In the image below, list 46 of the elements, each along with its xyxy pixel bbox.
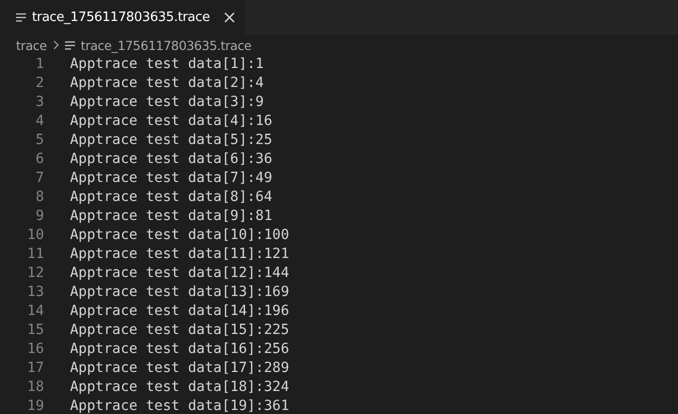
code-line: Apptrace test data[10]:100	[70, 226, 290, 245]
line-number: 13	[26, 283, 44, 302]
code-line: Apptrace test data[5]:25	[70, 131, 272, 150]
line-number: 5	[34, 131, 44, 150]
code-line: Apptrace test data[1]:1	[70, 55, 264, 74]
line-number: 17	[26, 359, 44, 378]
code-line: Apptrace test data[19]:361	[70, 397, 290, 414]
breadcrumb-item[interactable]: trace	[16, 38, 47, 52]
lines-icon	[64, 40, 75, 50]
chevron-icon	[52, 40, 59, 50]
code-line: Apptrace test data[6]:36	[70, 150, 272, 169]
code-line: Apptrace test data[16]:256	[70, 340, 290, 359]
breadcrumb-item[interactable]: trace_1756117803635.trace	[80, 38, 252, 52]
line-number: 7	[34, 169, 44, 188]
line-number: 10	[26, 226, 44, 245]
code-line: Apptrace test data[18]:324	[70, 378, 290, 397]
code-line: Apptrace test data[14]:196	[70, 302, 290, 321]
line-number: 19	[26, 397, 44, 414]
line-number: 11	[26, 245, 44, 264]
line-number: 15	[26, 321, 44, 340]
line-number: 2	[34, 74, 44, 93]
line-number: 9	[34, 207, 44, 226]
line-number: 12	[26, 264, 44, 283]
code-line: Apptrace test data[11]:121	[70, 245, 290, 264]
line-number: 16	[26, 340, 44, 359]
code-line: Apptrace test data[8]:64	[70, 188, 272, 207]
code-line: Apptrace test data[15]:225	[70, 321, 290, 340]
line-number: 8	[34, 188, 44, 207]
code-line: Apptrace test data[12]:144	[70, 264, 290, 283]
code-line: Apptrace test data[2]:4	[70, 74, 264, 93]
code-line: Apptrace test data[9]:81	[70, 207, 272, 226]
line-number: 4	[34, 112, 44, 131]
code-line: Apptrace test data[13]:169	[70, 283, 290, 302]
editor-tab[interactable]: trace_1756117803635.trace	[0, 0, 245, 35]
code-line: Apptrace test data[4]:16	[70, 112, 272, 131]
lines-icon	[16, 13, 26, 22]
line-number: 18	[26, 378, 44, 397]
tab-label: trace_1756117803635.trace	[32, 10, 210, 25]
line-number: 1	[34, 55, 44, 74]
close-icon[interactable]	[224, 12, 235, 23]
code-line: Apptrace test data[3]:9	[70, 93, 264, 112]
code-line: Apptrace test data[7]:49	[70, 169, 272, 188]
code-line: Apptrace test data[17]:289	[70, 359, 290, 378]
line-number: 14	[26, 302, 44, 321]
line-number: 6	[34, 150, 44, 169]
line-number: 3	[34, 93, 44, 112]
